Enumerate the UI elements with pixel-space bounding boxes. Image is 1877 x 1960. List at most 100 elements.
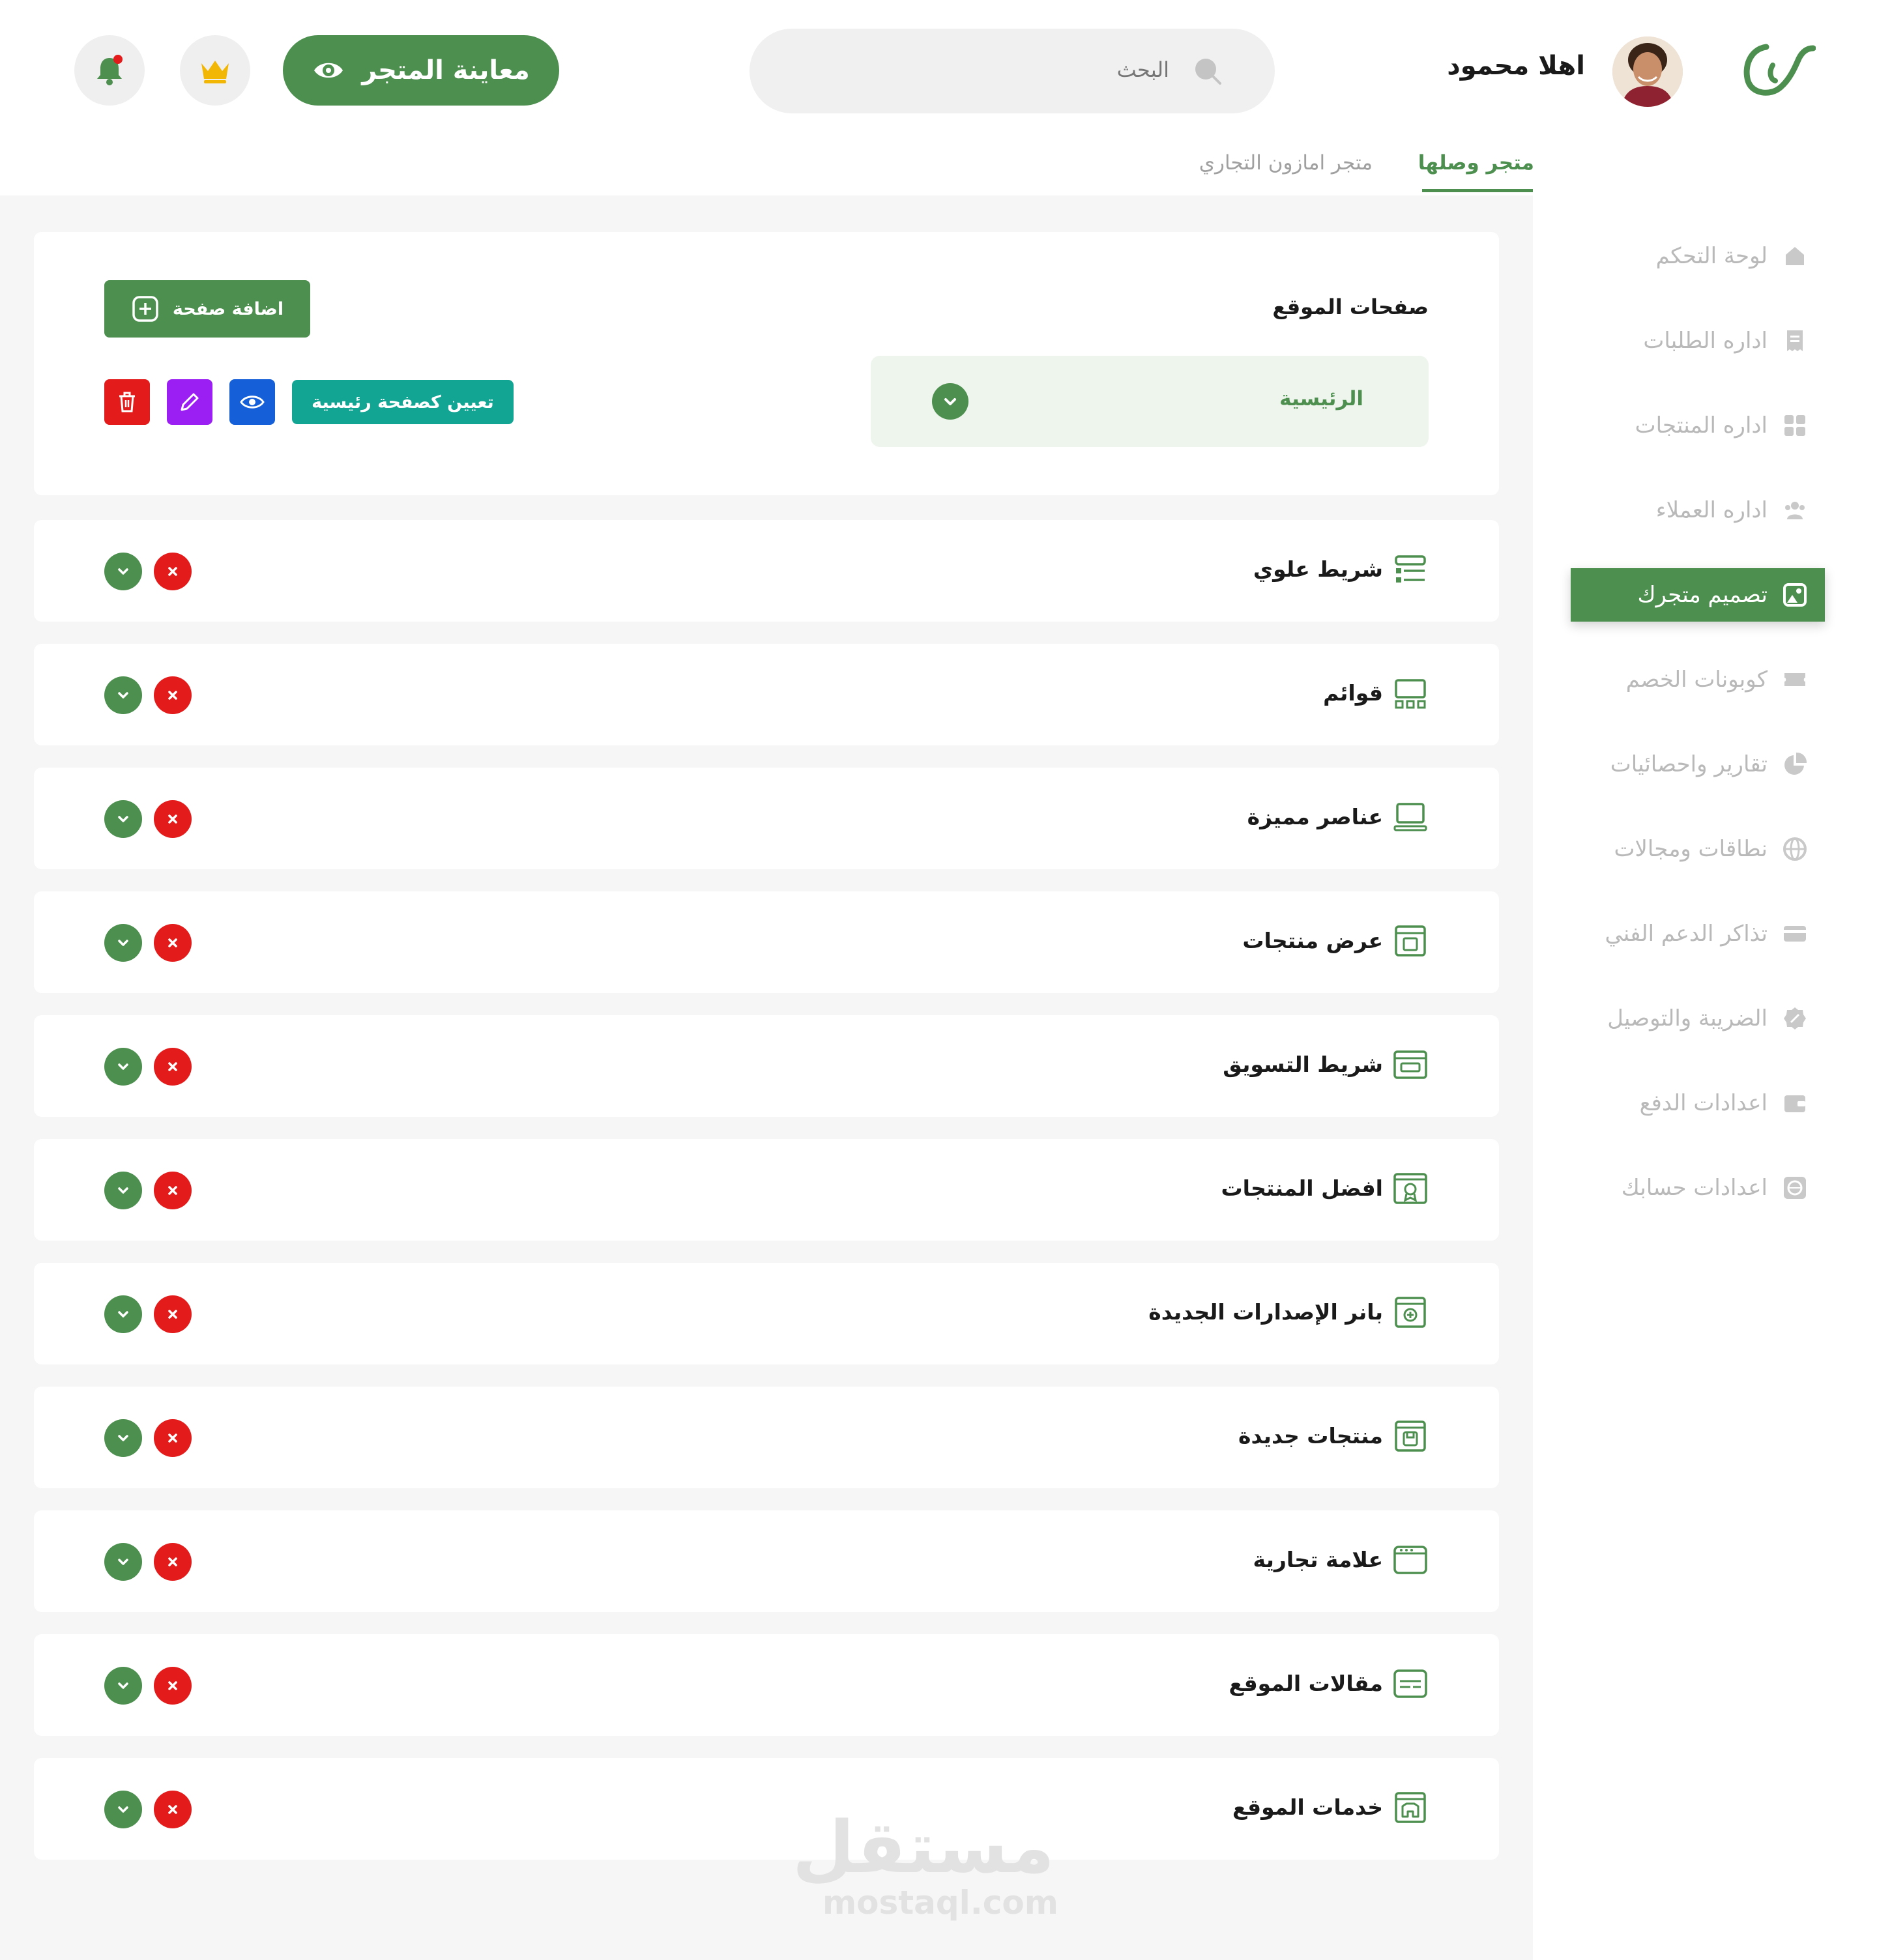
section-label: خدمات الموقع bbox=[1232, 1794, 1383, 1820]
preview-store-label: معاينة المتجر bbox=[362, 55, 530, 85]
remove-section-button[interactable] bbox=[154, 1791, 192, 1828]
active-tab-indicator bbox=[1422, 189, 1533, 192]
selected-page-label: الرئيسية bbox=[1279, 387, 1363, 411]
section-row-new-releases-banner[interactable]: بانر الإصدارات الجديدة bbox=[34, 1263, 1499, 1364]
sidebar-item-orders[interactable]: اداره الطلبات bbox=[1571, 314, 1825, 368]
remove-section-button[interactable] bbox=[154, 1295, 192, 1333]
search-bar[interactable] bbox=[749, 29, 1275, 113]
chevron-down-icon bbox=[118, 1806, 128, 1813]
dropdown-toggle[interactable] bbox=[932, 383, 968, 420]
chevron-down-icon bbox=[118, 816, 128, 822]
sidebar-item-label: الضريبة والتوصيل bbox=[1607, 1005, 1768, 1031]
tab-store-amazon[interactable]: متجر امازون التجاري bbox=[1199, 151, 1373, 175]
delete-page-button[interactable] bbox=[104, 379, 150, 425]
expand-section-button[interactable] bbox=[104, 1048, 142, 1086]
chevron-down-icon bbox=[944, 398, 956, 405]
pencil-icon bbox=[181, 393, 199, 411]
avatar[interactable] bbox=[1612, 36, 1683, 107]
sidebar-item-products[interactable]: اداره المنتجات bbox=[1571, 399, 1825, 452]
section-row-new-products[interactable]: منتجات جديدة bbox=[34, 1387, 1499, 1488]
preview-store-button[interactable]: معاينة المتجر bbox=[283, 35, 559, 106]
row-actions bbox=[104, 1295, 192, 1333]
sidebar-item-label: تقارير واحصائيات bbox=[1610, 751, 1768, 777]
remove-section-button[interactable] bbox=[154, 1543, 192, 1581]
top-bar-icon bbox=[1395, 555, 1426, 583]
chevron-down-icon bbox=[118, 1435, 128, 1441]
edit-page-button[interactable] bbox=[167, 379, 212, 425]
section-row-marketing-bar[interactable]: شريط التسويق bbox=[34, 1015, 1499, 1117]
remove-section-button[interactable] bbox=[154, 676, 192, 714]
section-label: مقالات الموقع bbox=[1229, 1671, 1383, 1696]
discount-badge-icon bbox=[1784, 1007, 1806, 1030]
view-page-button[interactable] bbox=[229, 379, 275, 425]
row-actions bbox=[104, 553, 192, 590]
expand-section-button[interactable] bbox=[104, 1419, 142, 1457]
remove-section-button[interactable] bbox=[154, 1172, 192, 1209]
sidebar-item-store-design[interactable]: تصميم متجرك bbox=[1571, 568, 1825, 622]
section-row-services[interactable]: خدمات الموقع bbox=[34, 1758, 1499, 1860]
set-home-page-button[interactable]: تعيين كصفحة رئيسية bbox=[292, 380, 514, 424]
expand-section-button[interactable] bbox=[104, 800, 142, 838]
new-releases-banner-icon bbox=[1395, 1297, 1426, 1328]
sidebar-item-label: نطاقات ومجالات bbox=[1614, 836, 1768, 862]
chevron-down-icon bbox=[118, 1682, 128, 1689]
sidebar-item-label: لوحة التحكم bbox=[1655, 243, 1768, 269]
sidebar-item-domains[interactable]: نطاقات ومجالات bbox=[1571, 822, 1825, 876]
sidebar-item-support-tickets[interactable]: تذاكر الدعم الفني bbox=[1571, 907, 1825, 960]
sidebar-item-account-settings[interactable]: اعدادات حسابك bbox=[1571, 1161, 1825, 1215]
remove-section-button[interactable] bbox=[154, 800, 192, 838]
pie-chart-icon bbox=[1784, 752, 1807, 775]
premium-button[interactable] bbox=[180, 35, 250, 106]
settings-globe-icon bbox=[1784, 1177, 1806, 1199]
expand-section-button[interactable] bbox=[104, 676, 142, 714]
sidebar-item-coupons[interactable]: كوبونات الخصم bbox=[1571, 653, 1825, 706]
expand-section-button[interactable] bbox=[104, 1295, 142, 1333]
globe-icon bbox=[1783, 837, 1807, 861]
expand-section-button[interactable] bbox=[104, 553, 142, 590]
notifications-button[interactable] bbox=[74, 35, 145, 106]
section-row-menus[interactable]: قوائم bbox=[34, 644, 1499, 745]
eye-icon bbox=[240, 396, 265, 409]
articles-icon bbox=[1393, 1669, 1427, 1698]
expand-section-button[interactable] bbox=[104, 1172, 142, 1209]
add-page-button[interactable]: اضافة صفحة bbox=[104, 280, 310, 338]
expand-section-button[interactable] bbox=[104, 1667, 142, 1705]
remove-section-button[interactable] bbox=[154, 1048, 192, 1086]
expand-section-button[interactable] bbox=[104, 1543, 142, 1581]
tab-store-wasalha[interactable]: متجر وصلها bbox=[1418, 151, 1534, 175]
sidebar-item-customers[interactable]: اداره العملاء bbox=[1571, 483, 1825, 537]
sidebar-item-tax-shipping[interactable]: الضريبة والتوصيل bbox=[1571, 992, 1825, 1045]
image-icon bbox=[1783, 583, 1807, 607]
receipt-icon bbox=[1787, 330, 1803, 351]
section-label: علامة تجارية bbox=[1253, 1547, 1384, 1572]
close-icon bbox=[168, 1310, 177, 1319]
remove-section-button[interactable] bbox=[154, 1419, 192, 1457]
section-row-best-products[interactable]: افضل المنتجات bbox=[34, 1139, 1499, 1241]
section-row-brand[interactable]: علامة تجارية bbox=[34, 1510, 1499, 1612]
sidebar-item-payment-settings[interactable]: اعدادات الدفع bbox=[1571, 1076, 1825, 1130]
search-input[interactable] bbox=[909, 57, 1169, 82]
award-icon bbox=[1393, 1173, 1427, 1204]
page-select-dropdown[interactable]: الرئيسية bbox=[871, 356, 1429, 447]
brand-logo[interactable] bbox=[1740, 42, 1816, 99]
sidebar-item-label: اعدادات الدفع bbox=[1639, 1090, 1768, 1116]
remove-section-button[interactable] bbox=[154, 1667, 192, 1705]
row-actions bbox=[104, 1667, 192, 1705]
sidebar-item-reports[interactable]: تقارير واحصائيات bbox=[1571, 738, 1825, 791]
expand-section-button[interactable] bbox=[104, 1791, 142, 1828]
remove-section-button[interactable] bbox=[154, 553, 192, 590]
section-row-top-bar[interactable]: شريط علوي bbox=[34, 520, 1499, 622]
section-row-product-display[interactable]: عرض منتجات bbox=[34, 891, 1499, 993]
remove-section-button[interactable] bbox=[154, 924, 192, 962]
sidebar-item-label: اداره الطلبات bbox=[1643, 328, 1768, 354]
home-icon bbox=[1786, 247, 1804, 265]
row-actions bbox=[104, 676, 192, 714]
sidebar-item-label: اعدادات حسابك bbox=[1621, 1175, 1768, 1201]
section-row-featured-items[interactable]: عناصر مميزة bbox=[34, 768, 1499, 869]
section-row-articles[interactable]: مقالات الموقع bbox=[34, 1634, 1499, 1736]
sidebar-item-dashboard[interactable]: لوحة التحكم bbox=[1571, 229, 1825, 283]
expand-section-button[interactable] bbox=[104, 924, 142, 962]
ticket-icon bbox=[1784, 673, 1805, 686]
row-actions bbox=[104, 924, 192, 962]
close-icon bbox=[168, 1557, 177, 1566]
